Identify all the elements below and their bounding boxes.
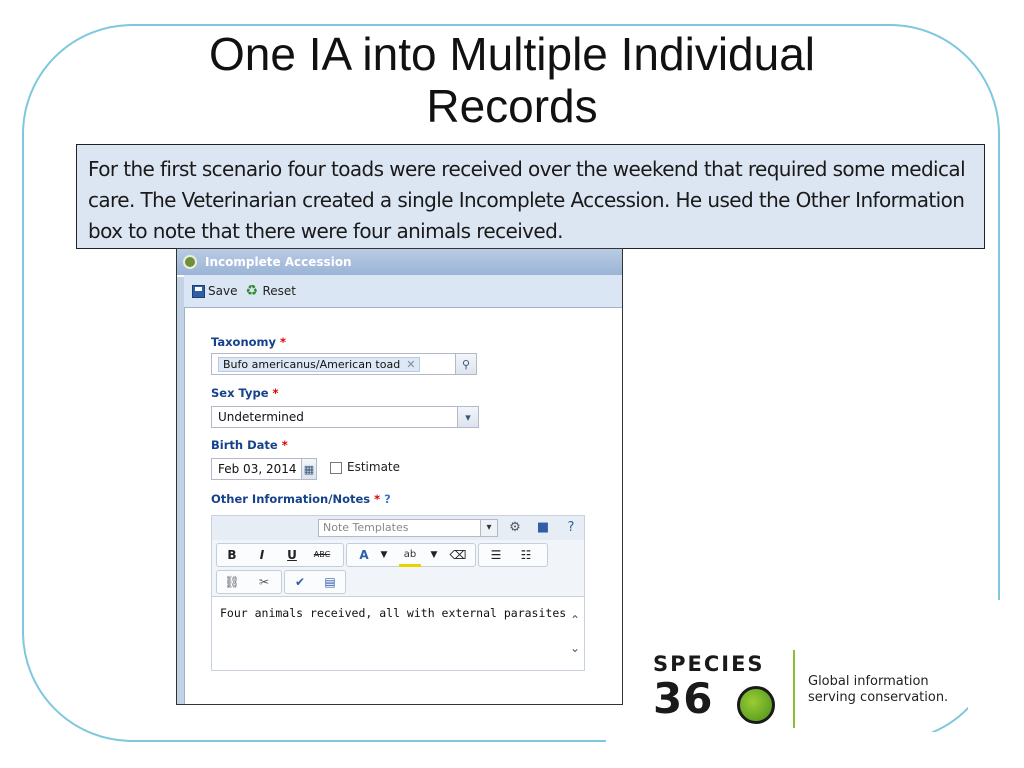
- gear-icon: [183, 255, 197, 269]
- calendar-icon[interactable]: ▦: [301, 459, 316, 479]
- highlight-icon[interactable]: ab: [399, 546, 421, 567]
- logo-wordmark: SPECIES: [653, 652, 765, 676]
- chevron-down-icon[interactable]: ▾: [457, 407, 478, 427]
- slide-title: One IA into Multiple Individual Records: [0, 28, 1024, 132]
- underline-button[interactable]: U: [281, 546, 303, 564]
- estimate-checkbox[interactable]: [330, 462, 342, 474]
- numbered-list-icon[interactable]: ☷: [515, 546, 537, 564]
- incomplete-accession-window: Incomplete Accession Save ♻ Reset Taxono…: [176, 248, 623, 705]
- spellcheck-icon[interactable]: ✔: [289, 573, 311, 591]
- note-templates-select[interactable]: Note Templates ▾: [318, 519, 498, 537]
- logo-number: 36: [653, 674, 714, 723]
- reset-button[interactable]: ♻ Reset: [245, 284, 296, 298]
- strikethrough-button[interactable]: ABC: [311, 546, 333, 564]
- font-color-icon[interactable]: A: [353, 546, 375, 564]
- frame-gap-right: [968, 600, 1008, 740]
- editor-scrollbar[interactable]: ⌃ ⌄: [568, 606, 582, 662]
- format-group: B I U ABC: [216, 543, 344, 567]
- remove-tag-icon[interactable]: ✕: [406, 358, 415, 371]
- estimate-label: Estimate: [347, 460, 401, 474]
- bullet-list-icon[interactable]: ☰: [485, 546, 507, 564]
- frame-gap: [606, 732, 1024, 746]
- settings-gear-icon[interactable]: ⚙: [506, 519, 524, 537]
- chevron-down-icon[interactable]: ▼: [373, 546, 395, 564]
- taxonomy-label: Taxonomy *: [211, 335, 287, 349]
- chevron-down-icon: ▾: [480, 520, 497, 536]
- italic-button[interactable]: I: [251, 546, 273, 564]
- window-side-strip: [177, 277, 185, 704]
- logo-tagline: Global information serving conservation.: [808, 674, 949, 705]
- taxonomy-field[interactable]: Bufo americanus/American toad ✕ ⚲: [211, 353, 477, 375]
- sex-type-label: Sex Type *: [211, 386, 279, 400]
- link-icon[interactable]: ⛓: [221, 573, 243, 591]
- sex-type-select[interactable]: Undetermined ▾: [211, 406, 479, 428]
- scroll-up-icon[interactable]: ⌃: [568, 606, 582, 634]
- save-icon: [192, 284, 205, 298]
- save-label: Save: [208, 284, 238, 298]
- window-title: Incomplete Accession: [205, 255, 352, 269]
- editor-format-bar: B I U ABC A ▼ ab ▼ ⌫ ☰ ☷ ⛓ ✂ ✔ ▤: [212, 540, 584, 597]
- notes-text: Four animals received, all with external…: [220, 606, 567, 620]
- chevron-down-icon[interactable]: ▼: [423, 546, 445, 564]
- slide-title-line2: Records: [426, 80, 598, 132]
- save-button[interactable]: Save: [192, 284, 237, 298]
- notes-editor: Note Templates ▾ ⚙ ■ ? B I U ABC A ▼ ab …: [211, 515, 585, 671]
- source-view-icon[interactable]: ▤: [319, 573, 341, 591]
- window-titlebar: Incomplete Accession: [177, 249, 622, 275]
- help-icon[interactable]: ?: [562, 519, 580, 537]
- editor-top-bar: Note Templates ▾ ⚙ ■ ?: [212, 516, 584, 541]
- unlink-icon[interactable]: ✂: [253, 573, 275, 591]
- birth-date-label: Birth Date *: [211, 438, 288, 452]
- help-icon[interactable]: ?: [384, 492, 391, 506]
- birth-date-field[interactable]: Feb 03, 2014 ▦: [211, 458, 317, 480]
- window-toolbar: Save ♻ Reset: [184, 275, 622, 308]
- reset-label: Reset: [262, 284, 296, 298]
- list-group: ☰ ☷: [478, 543, 548, 567]
- bold-button[interactable]: B: [221, 546, 243, 564]
- scroll-down-icon[interactable]: ⌄: [568, 634, 582, 662]
- eraser-icon[interactable]: ⌫: [447, 546, 469, 564]
- link-group: ⛓ ✂: [216, 570, 282, 594]
- globe-icon: [737, 686, 775, 724]
- scenario-description: For the first scenario four toads were r…: [76, 144, 985, 249]
- taxonomy-tag: Bufo americanus/American toad ✕: [218, 356, 421, 372]
- color-group: A ▼ ab ▼ ⌫: [346, 543, 476, 567]
- notes-label: Other Information/Notes * ?: [211, 492, 391, 506]
- notes-textarea[interactable]: Four animals received, all with external…: [212, 596, 584, 672]
- save-icon[interactable]: ■: [534, 519, 552, 537]
- logo-divider: [793, 650, 795, 728]
- spell-group: ✔ ▤: [284, 570, 346, 594]
- slide-title-line1: One IA into Multiple Individual: [208, 28, 816, 80]
- refresh-icon: ♻: [245, 283, 259, 299]
- search-icon[interactable]: ⚲: [455, 354, 476, 374]
